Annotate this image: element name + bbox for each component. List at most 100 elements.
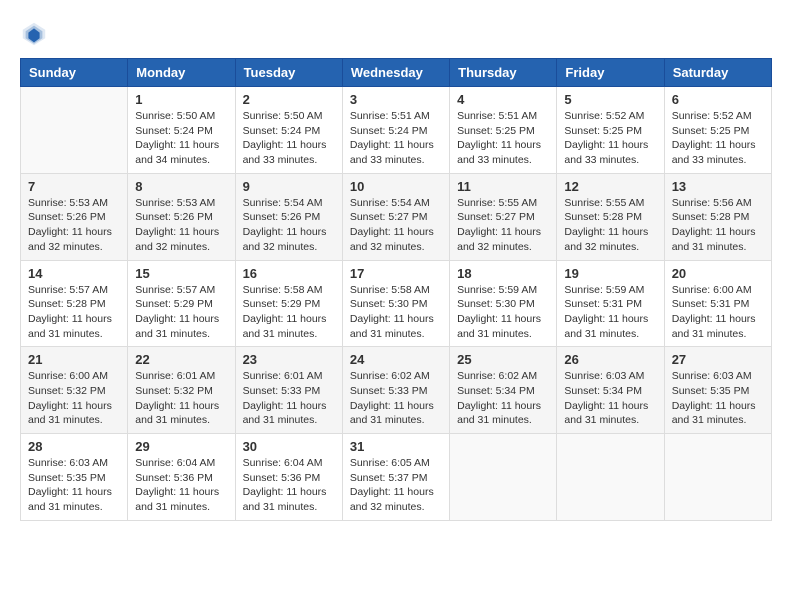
day-info: Sunrise: 5:56 AM Sunset: 5:28 PM Dayligh… bbox=[672, 196, 764, 255]
day-info: Sunrise: 5:50 AM Sunset: 5:24 PM Dayligh… bbox=[243, 109, 335, 168]
day-number: 21 bbox=[28, 352, 120, 367]
day-number: 10 bbox=[350, 179, 442, 194]
calendar-cell: 8 Sunrise: 5:53 AM Sunset: 5:26 PM Daylig… bbox=[128, 173, 235, 260]
day-info: Sunrise: 6:01 AM Sunset: 5:33 PM Dayligh… bbox=[243, 369, 335, 428]
calendar-cell: 5 Sunrise: 5:52 AM Sunset: 5:25 PM Daylig… bbox=[557, 87, 664, 174]
calendar-cell: 23 Sunrise: 6:01 AM Sunset: 5:33 PM Dayli… bbox=[235, 347, 342, 434]
day-info: Sunrise: 5:52 AM Sunset: 5:25 PM Dayligh… bbox=[564, 109, 656, 168]
calendar-week-2: 7 Sunrise: 5:53 AM Sunset: 5:26 PM Daylig… bbox=[21, 173, 772, 260]
day-info: Sunrise: 6:02 AM Sunset: 5:34 PM Dayligh… bbox=[457, 369, 549, 428]
calendar-cell: 28 Sunrise: 6:03 AM Sunset: 5:35 PM Dayli… bbox=[21, 434, 128, 521]
calendar-table: SundayMondayTuesdayWednesdayThursdayFrid… bbox=[20, 58, 772, 521]
day-number: 31 bbox=[350, 439, 442, 454]
day-info: Sunrise: 5:53 AM Sunset: 5:26 PM Dayligh… bbox=[135, 196, 227, 255]
day-info: Sunrise: 6:04 AM Sunset: 5:36 PM Dayligh… bbox=[243, 456, 335, 515]
calendar-week-4: 21 Sunrise: 6:00 AM Sunset: 5:32 PM Dayli… bbox=[21, 347, 772, 434]
day-number: 26 bbox=[564, 352, 656, 367]
day-number: 5 bbox=[564, 92, 656, 107]
calendar-header-row: SundayMondayTuesdayWednesdayThursdayFrid… bbox=[21, 59, 772, 87]
calendar-cell bbox=[450, 434, 557, 521]
day-number: 30 bbox=[243, 439, 335, 454]
calendar-cell: 15Sunrise: 5:57 AM Sunset: 5:29 PM Dayli… bbox=[128, 260, 235, 347]
calendar-cell: 1 Sunrise: 5:50 AM Sunset: 5:24 PM Daylig… bbox=[128, 87, 235, 174]
calendar-cell: 26 Sunrise: 6:03 AM Sunset: 5:34 PM Dayli… bbox=[557, 347, 664, 434]
calendar-cell: 4 Sunrise: 5:51 AM Sunset: 5:25 PM Daylig… bbox=[450, 87, 557, 174]
day-info: Sunrise: 6:02 AM Sunset: 5:33 PM Dayligh… bbox=[350, 369, 442, 428]
day-number: 29 bbox=[135, 439, 227, 454]
logo bbox=[20, 20, 52, 48]
calendar-cell: 11Sunrise: 5:55 AM Sunset: 5:27 PM Dayli… bbox=[450, 173, 557, 260]
day-number: 25 bbox=[457, 352, 549, 367]
day-number: 22 bbox=[135, 352, 227, 367]
calendar-week-5: 28 Sunrise: 6:03 AM Sunset: 5:35 PM Dayli… bbox=[21, 434, 772, 521]
calendar-cell: 24 Sunrise: 6:02 AM Sunset: 5:33 PM Dayli… bbox=[342, 347, 449, 434]
day-info: Sunrise: 5:51 AM Sunset: 5:25 PM Dayligh… bbox=[457, 109, 549, 168]
calendar-cell: 20Sunrise: 6:00 AM Sunset: 5:31 PM Dayli… bbox=[664, 260, 771, 347]
header-wednesday: Wednesday bbox=[342, 59, 449, 87]
day-info: Sunrise: 6:01 AM Sunset: 5:32 PM Dayligh… bbox=[135, 369, 227, 428]
calendar-cell bbox=[557, 434, 664, 521]
day-number: 23 bbox=[243, 352, 335, 367]
header-saturday: Saturday bbox=[664, 59, 771, 87]
header-tuesday: Tuesday bbox=[235, 59, 342, 87]
calendar-cell: 3Sunrise: 5:51 AM Sunset: 5:24 PM Daylig… bbox=[342, 87, 449, 174]
day-info: Sunrise: 5:59 AM Sunset: 5:30 PM Dayligh… bbox=[457, 283, 549, 342]
calendar-cell: 9 Sunrise: 5:54 AM Sunset: 5:26 PM Daylig… bbox=[235, 173, 342, 260]
day-info: Sunrise: 5:54 AM Sunset: 5:27 PM Dayligh… bbox=[350, 196, 442, 255]
day-info: Sunrise: 5:51 AM Sunset: 5:24 PM Dayligh… bbox=[350, 109, 442, 168]
day-info: Sunrise: 6:05 AM Sunset: 5:37 PM Dayligh… bbox=[350, 456, 442, 515]
day-info: Sunrise: 5:52 AM Sunset: 5:25 PM Dayligh… bbox=[672, 109, 764, 168]
header-monday: Monday bbox=[128, 59, 235, 87]
header-sunday: Sunday bbox=[21, 59, 128, 87]
day-number: 7 bbox=[28, 179, 120, 194]
day-number: 13 bbox=[672, 179, 764, 194]
day-info: Sunrise: 5:54 AM Sunset: 5:26 PM Dayligh… bbox=[243, 196, 335, 255]
day-info: Sunrise: 6:03 AM Sunset: 5:35 PM Dayligh… bbox=[28, 456, 120, 515]
day-number: 6 bbox=[672, 92, 764, 107]
calendar-cell: 12 Sunrise: 5:55 AM Sunset: 5:28 PM Dayli… bbox=[557, 173, 664, 260]
day-number: 14 bbox=[28, 266, 120, 281]
day-number: 24 bbox=[350, 352, 442, 367]
day-number: 1 bbox=[135, 92, 227, 107]
calendar-week-3: 14 Sunrise: 5:57 AM Sunset: 5:28 PM Dayli… bbox=[21, 260, 772, 347]
day-number: 12 bbox=[564, 179, 656, 194]
calendar-cell bbox=[21, 87, 128, 174]
day-info: Sunrise: 5:50 AM Sunset: 5:24 PM Dayligh… bbox=[135, 109, 227, 168]
day-number: 17 bbox=[350, 266, 442, 281]
day-number: 18 bbox=[457, 266, 549, 281]
calendar-cell: 10 Sunrise: 5:54 AM Sunset: 5:27 PM Dayli… bbox=[342, 173, 449, 260]
day-number: 20 bbox=[672, 266, 764, 281]
calendar-cell: 17 Sunrise: 5:58 AM Sunset: 5:30 PM Dayli… bbox=[342, 260, 449, 347]
page-header bbox=[20, 20, 772, 48]
day-number: 4 bbox=[457, 92, 549, 107]
day-info: Sunrise: 6:04 AM Sunset: 5:36 PM Dayligh… bbox=[135, 456, 227, 515]
day-info: Sunrise: 5:57 AM Sunset: 5:28 PM Dayligh… bbox=[28, 283, 120, 342]
day-number: 15 bbox=[135, 266, 227, 281]
day-number: 8 bbox=[135, 179, 227, 194]
calendar-cell: 14 Sunrise: 5:57 AM Sunset: 5:28 PM Dayli… bbox=[21, 260, 128, 347]
calendar-cell: 27Sunrise: 6:03 AM Sunset: 5:35 PM Dayli… bbox=[664, 347, 771, 434]
calendar-cell: 13 Sunrise: 5:56 AM Sunset: 5:28 PM Dayli… bbox=[664, 173, 771, 260]
calendar-cell: 22 Sunrise: 6:01 AM Sunset: 5:32 PM Dayli… bbox=[128, 347, 235, 434]
day-info: Sunrise: 5:58 AM Sunset: 5:30 PM Dayligh… bbox=[350, 283, 442, 342]
day-info: Sunrise: 6:00 AM Sunset: 5:32 PM Dayligh… bbox=[28, 369, 120, 428]
header-friday: Friday bbox=[557, 59, 664, 87]
day-number: 2 bbox=[243, 92, 335, 107]
day-number: 16 bbox=[243, 266, 335, 281]
calendar-week-1: 1 Sunrise: 5:50 AM Sunset: 5:24 PM Daylig… bbox=[21, 87, 772, 174]
day-number: 9 bbox=[243, 179, 335, 194]
day-number: 28 bbox=[28, 439, 120, 454]
logo-icon bbox=[20, 20, 48, 48]
calendar-cell: 6 Sunrise: 5:52 AM Sunset: 5:25 PM Daylig… bbox=[664, 87, 771, 174]
calendar-cell: 29 Sunrise: 6:04 AM Sunset: 5:36 PM Dayli… bbox=[128, 434, 235, 521]
day-number: 19 bbox=[564, 266, 656, 281]
calendar-cell: 25 Sunrise: 6:02 AM Sunset: 5:34 PM Dayli… bbox=[450, 347, 557, 434]
day-info: Sunrise: 5:55 AM Sunset: 5:28 PM Dayligh… bbox=[564, 196, 656, 255]
calendar-cell: 30 Sunrise: 6:04 AM Sunset: 5:36 PM Dayli… bbox=[235, 434, 342, 521]
day-number: 27 bbox=[672, 352, 764, 367]
day-number: 11 bbox=[457, 179, 549, 194]
calendar-cell: 31 Sunrise: 6:05 AM Sunset: 5:37 PM Dayli… bbox=[342, 434, 449, 521]
calendar-cell: 21 Sunrise: 6:00 AM Sunset: 5:32 PM Dayli… bbox=[21, 347, 128, 434]
calendar-cell: 7Sunrise: 5:53 AM Sunset: 5:26 PM Daylig… bbox=[21, 173, 128, 260]
day-info: Sunrise: 6:03 AM Sunset: 5:34 PM Dayligh… bbox=[564, 369, 656, 428]
